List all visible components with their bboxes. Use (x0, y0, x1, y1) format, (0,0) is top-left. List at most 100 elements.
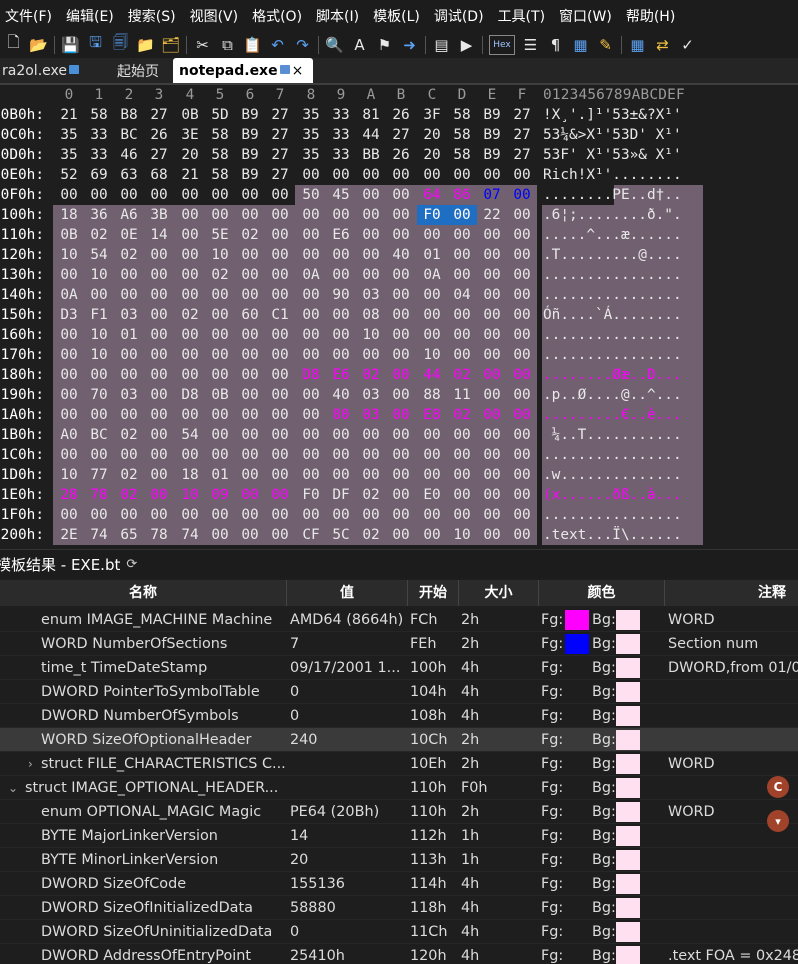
hex-byte[interactable]: 00 (114, 345, 144, 365)
columns-icon[interactable]: ▦ (571, 35, 590, 55)
fg-color-swatch[interactable] (565, 610, 589, 630)
menu-item-0[interactable]: 文件(F) (0, 6, 61, 26)
hex-byte[interactable]: 00 (477, 505, 507, 525)
hex-byte[interactable]: 10 (84, 265, 114, 285)
hex-byte[interactable]: 00 (144, 185, 174, 205)
highlight-icon[interactable]: ✎ (596, 35, 615, 55)
multi-folder-icon[interactable]: 🗂 (161, 35, 180, 55)
hex-row[interactable]: 0170h:00100000000000000000000010000000..… (0, 345, 798, 365)
hex-byte[interactable]: 26 (144, 125, 174, 145)
hex-byte[interactable]: 00 (175, 345, 205, 365)
hex-byte[interactable]: 02 (84, 225, 114, 245)
hex-byte[interactable]: E6 (326, 365, 356, 385)
hex-byte[interactable]: 52 (54, 165, 84, 185)
results-row[interactable]: enum OPTIONAL_MAGIC Magic PE64 (20Bh) 110h… (0, 800, 798, 824)
hex-ascii[interactable]: .....^...æ...... (543, 225, 682, 245)
hex-byte[interactable]: A6 (114, 205, 144, 225)
hex-byte[interactable]: 58 (205, 145, 235, 165)
hex-byte[interactable]: 00 (447, 205, 477, 225)
hex-byte[interactable]: 00 (386, 265, 416, 285)
hex-byte[interactable]: 00 (296, 305, 326, 325)
hex-byte[interactable]: 00 (447, 245, 477, 265)
hex-byte[interactable]: 10 (54, 245, 84, 265)
hex-byte[interactable]: 00 (265, 405, 295, 425)
hex-row[interactable]: 01D0h:10770200180100000000000000000000.w… (0, 465, 798, 485)
hex-byte[interactable]: 00 (265, 205, 295, 225)
hex-byte[interactable]: 00 (417, 525, 447, 545)
hex-row[interactable]: 00E0h:526963682158B9270000000000000000Ri… (0, 165, 798, 185)
hex-byte[interactable]: B9 (477, 145, 507, 165)
hex-byte[interactable]: 00 (265, 505, 295, 525)
results-row[interactable]: DWORD PointerToSymbolTable 0 104h 4h Fg: Bg: (0, 680, 798, 704)
hex-byte[interactable]: 00 (477, 365, 507, 385)
hex-byte[interactable]: 33 (326, 105, 356, 125)
hex-byte[interactable]: 00 (386, 225, 416, 245)
hex-byte[interactable]: 00 (175, 205, 205, 225)
hex-byte[interactable]: 20 (417, 145, 447, 165)
menu-item-5[interactable]: 脚本(I) (307, 6, 368, 26)
hex-byte[interactable]: 00 (54, 385, 84, 405)
hex-byte[interactable]: 00 (296, 425, 326, 445)
hex-byte[interactable]: 00 (54, 185, 84, 205)
hex-byte[interactable]: 27 (507, 105, 537, 125)
hex-byte[interactable]: 2E (54, 525, 84, 545)
hex-byte[interactable]: 00 (235, 205, 265, 225)
hex-byte[interactable]: 00 (417, 445, 447, 465)
hex-byte[interactable]: B9 (235, 165, 265, 185)
undo-icon[interactable]: ↶ (268, 35, 287, 55)
hex-byte[interactable]: 00 (296, 285, 326, 305)
hex-byte[interactable]: E0 (417, 485, 447, 505)
hex-byte[interactable]: 00 (386, 325, 416, 345)
menu-item-9[interactable]: 窗口(W) (550, 6, 621, 26)
hex-byte[interactable]: 00 (265, 265, 295, 285)
hex-byte[interactable]: 00 (447, 505, 477, 525)
col-header-comment[interactable]: 注释 (665, 580, 798, 606)
hex-byte[interactable]: 00 (144, 285, 174, 305)
folder-icon[interactable]: 📁 (136, 35, 155, 55)
hex-byte[interactable]: 00 (175, 285, 205, 305)
hex-byte[interactable]: 00 (235, 365, 265, 385)
hex-byte[interactable]: 00 (265, 445, 295, 465)
hex-byte[interactable]: 14 (144, 225, 174, 245)
hex-byte[interactable]: 00 (235, 465, 265, 485)
hex-byte[interactable]: 00 (205, 405, 235, 425)
menu-item-4[interactable]: 格式(O) (243, 6, 311, 26)
hex-byte[interactable]: 00 (296, 165, 326, 185)
hex-byte[interactable]: 40 (326, 385, 356, 405)
tab-2[interactable]: notepad.exe × (172, 58, 314, 83)
tab-0[interactable]: ra2ol.exe (0, 58, 89, 83)
bg-color-swatch[interactable] (616, 874, 640, 894)
hex-byte[interactable]: 00 (144, 365, 174, 385)
hex-byte[interactable]: 58 (205, 125, 235, 145)
hex-mode-icon[interactable]: Hex (489, 34, 515, 55)
hex-byte[interactable]: 00 (326, 445, 356, 465)
hex-byte[interactable]: 00 (265, 465, 295, 485)
hex-byte[interactable]: 35 (296, 145, 326, 165)
hex-byte[interactable]: 33 (84, 125, 114, 145)
hex-byte[interactable]: 00 (326, 345, 356, 365)
hex-byte[interactable]: 3B (144, 205, 174, 225)
hex-byte[interactable]: 00 (386, 425, 416, 445)
hex-byte[interactable]: 00 (356, 345, 386, 365)
bg-color-swatch[interactable] (616, 610, 640, 630)
hex-row[interactable]: 0140h:0A000000000000000090030000040000..… (0, 285, 798, 305)
bg-color-swatch[interactable] (616, 778, 640, 798)
hex-row[interactable]: 00F0h:00000000000000005045000064860700..… (0, 185, 798, 205)
hex-byte[interactable]: 27 (507, 125, 537, 145)
bg-color-swatch[interactable] (616, 946, 640, 964)
hex-byte[interactable]: 00 (386, 205, 416, 225)
hex-byte[interactable]: B9 (477, 125, 507, 145)
hex-byte[interactable]: 00 (477, 265, 507, 285)
hex-byte[interactable]: C1 (265, 305, 295, 325)
hex-byte[interactable]: 00 (205, 365, 235, 385)
hex-byte[interactable]: 00 (507, 385, 537, 405)
hex-byte[interactable]: 35 (54, 125, 84, 145)
menu-item-7[interactable]: 调试(D) (425, 6, 493, 26)
collapse-arrow-icon[interactable]: ⌄ (8, 776, 18, 800)
hex-byte[interactable]: 00 (507, 465, 537, 485)
hex-byte[interactable]: 00 (386, 465, 416, 485)
hex-byte[interactable]: 44 (417, 365, 447, 385)
hex-byte[interactable]: 00 (205, 445, 235, 465)
col-header-start[interactable]: 开始 (408, 580, 459, 606)
hex-byte[interactable]: 02 (447, 405, 477, 425)
